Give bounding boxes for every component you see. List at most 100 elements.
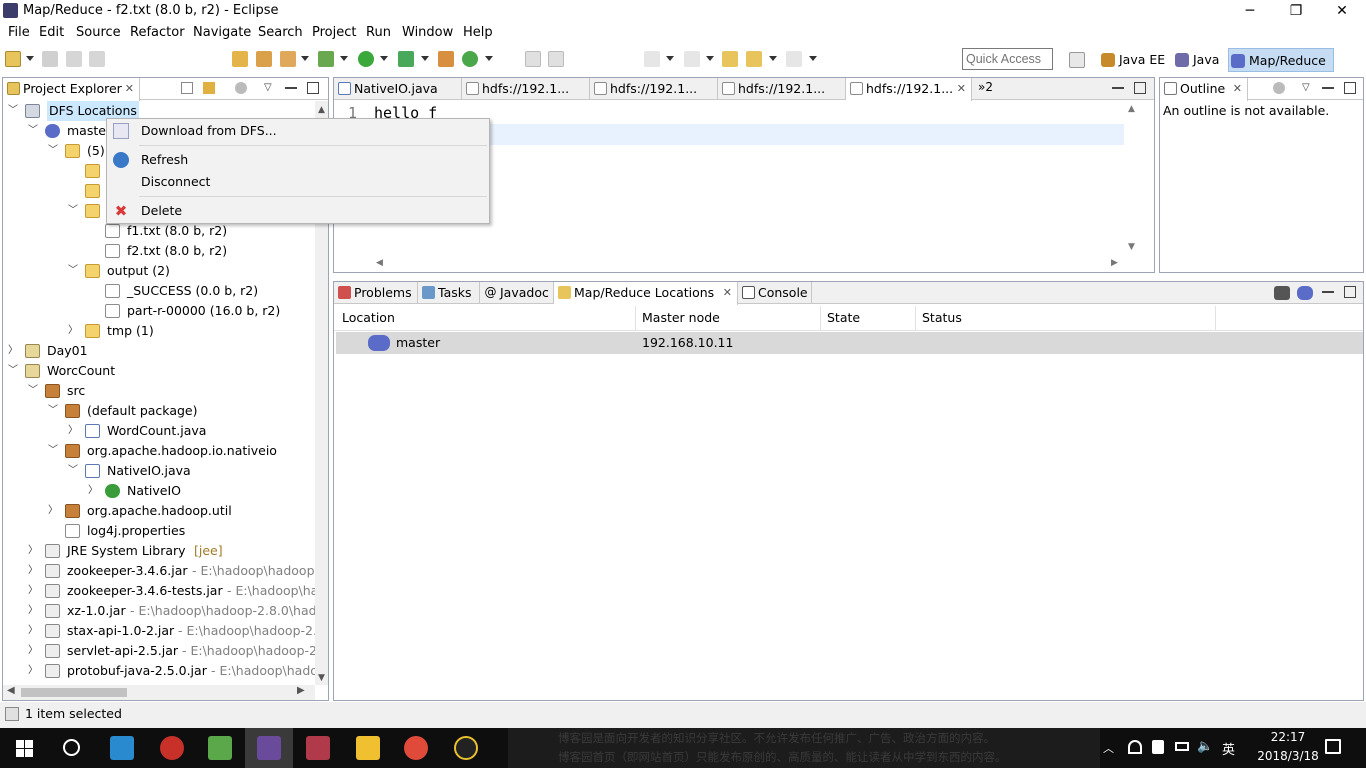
- tab-outline[interactable]: Outline ✕: [1160, 78, 1248, 101]
- menu-window[interactable]: Window: [402, 25, 453, 40]
- forward-icon[interactable]: [786, 51, 802, 67]
- tab-console[interactable]: Console: [738, 282, 812, 304]
- menu-delete[interactable]: Delete: [141, 203, 182, 218]
- minimize-outline-icon[interactable]: [1322, 87, 1334, 89]
- menu-navigate[interactable]: Navigate: [193, 25, 251, 40]
- open-perspective-icon[interactable]: [1069, 52, 1085, 68]
- collapse-all-icon[interactable]: [181, 82, 193, 94]
- tray-expand-icon[interactable]: ︿: [1103, 740, 1114, 756]
- last-edit-icon[interactable]: [722, 51, 738, 67]
- tree-item[interactable]: 〉 servlet-api-2.5.jar - E:\hadoop\hadoop-2…: [3, 641, 315, 661]
- tab-hdfs-4-active[interactable]: hdfs://192.1... ✕: [846, 78, 972, 101]
- tab-tasks[interactable]: Tasks: [418, 282, 480, 304]
- tree-item[interactable]: ﹀ output (2): [3, 261, 315, 281]
- search-tool-icon[interactable]: [280, 51, 296, 67]
- menu-search[interactable]: Search: [258, 25, 303, 40]
- menu-download-from-dfs[interactable]: Download from DFS...: [141, 123, 277, 138]
- close-button[interactable]: ✕: [1319, 0, 1365, 22]
- new-dropdown-icon[interactable]: [26, 56, 34, 61]
- prev-annotation-dropdown-icon[interactable]: [706, 56, 714, 61]
- battery-icon[interactable]: [1175, 742, 1189, 751]
- minimize-bottom-icon[interactable]: [1322, 291, 1334, 293]
- restore-button[interactable]: ❐: [1273, 0, 1319, 22]
- collapsed-arrow-icon[interactable]: 〉: [67, 321, 79, 341]
- run-icon[interactable]: [358, 51, 374, 67]
- collapsed-arrow-icon[interactable]: 〉: [27, 641, 39, 661]
- tree-item[interactable]: 〉 WordCount.java: [3, 421, 315, 441]
- tree-item[interactable]: 〉 stax-api-1.0-2.jar - E:\hadoop\hadoop-2.…: [3, 621, 315, 641]
- tree-item[interactable]: 〉 protobuf-java-2.5.0.jar - E:\hadoop\hado: [3, 661, 315, 681]
- tab-hdfs-3[interactable]: hdfs://192.1...: [718, 78, 846, 100]
- security-icon[interactable]: [1152, 740, 1164, 754]
- editor-scroll-right-icon[interactable]: ▶: [1111, 258, 1118, 268]
- expanded-arrow-icon[interactable]: ﹀: [47, 401, 59, 421]
- tree-item[interactable]: _SUCCESS (0.0 b, r2): [3, 281, 315, 301]
- tree-item[interactable]: log4j.properties: [3, 521, 315, 541]
- file-explorer-icon[interactable]: [356, 736, 380, 760]
- expanded-arrow-icon[interactable]: ﹀: [67, 201, 79, 221]
- table-row[interactable]: master 192.168.10.11: [336, 332, 1363, 354]
- clock-date[interactable]: 2018/3/18: [1248, 749, 1328, 763]
- debug-icon[interactable]: [318, 51, 334, 67]
- view-settings-icon[interactable]: [235, 82, 247, 94]
- next-annotation-dropdown-icon[interactable]: [666, 56, 674, 61]
- toggle-mark-icon[interactable]: [525, 51, 541, 67]
- tab-hdfs-1[interactable]: hdfs://192.1...: [462, 78, 590, 100]
- expanded-arrow-icon[interactable]: ﹀: [47, 441, 59, 461]
- tree-item[interactable]: 〉 JRE System Library [jee]: [3, 541, 315, 561]
- tree-item[interactable]: ﹀ org.apache.hadoop.io.nativeio: [3, 441, 315, 461]
- maximize-editor-icon[interactable]: [1134, 82, 1146, 94]
- tree-item[interactable]: 〉 tmp (1): [3, 321, 315, 341]
- taskbar-app-icon[interactable]: [306, 736, 330, 760]
- external-tools-icon[interactable]: [398, 51, 414, 67]
- tree-item[interactable]: ﹀ (default package): [3, 401, 315, 421]
- collapsed-arrow-icon[interactable]: 〉: [27, 601, 39, 621]
- taskbar-eclipse-active[interactable]: [245, 728, 293, 768]
- prev-annotation-icon[interactable]: [684, 51, 700, 67]
- maximize-bottom-icon[interactable]: [1344, 286, 1356, 298]
- menu-help[interactable]: Help: [463, 25, 493, 40]
- menu-refresh[interactable]: Refresh: [141, 152, 188, 167]
- menu-edit[interactable]: Edit: [39, 25, 64, 40]
- tree-item[interactable]: 〉 zookeeper-3.4.6-tests.jar - E:\hadoop\ha: [3, 581, 315, 601]
- debug-dropdown-icon[interactable]: [340, 56, 348, 61]
- chrome-icon[interactable]: [404, 736, 428, 760]
- tab-map-reduce-locations[interactable]: Map/Reduce Locations ✕: [554, 282, 738, 305]
- cortana-search-icon[interactable]: [63, 739, 80, 756]
- maximize-view-icon[interactable]: [307, 82, 319, 94]
- back-icon[interactable]: [746, 51, 762, 67]
- collapsed-arrow-icon[interactable]: 〉: [87, 481, 99, 501]
- tab-problems[interactable]: Problems: [334, 282, 418, 304]
- editor-scroll-up-icon[interactable]: ▲: [1128, 104, 1135, 114]
- tree-item[interactable]: 〉 NativeIO: [3, 481, 315, 501]
- column-location[interactable]: Location: [336, 306, 636, 330]
- new-server-icon[interactable]: [438, 51, 454, 67]
- open-task-icon[interactable]: [256, 51, 272, 67]
- view-menu-icon[interactable]: ▽: [264, 82, 276, 94]
- taskbar-app-icon[interactable]: [160, 736, 184, 760]
- close-tab-icon[interactable]: ✕: [957, 78, 966, 100]
- menu-source[interactable]: Source: [76, 25, 121, 40]
- quick-access-input[interactable]: [962, 48, 1053, 70]
- expanded-arrow-icon[interactable]: ﹀: [47, 141, 59, 161]
- minimize-editor-icon[interactable]: [1112, 87, 1124, 89]
- qq-icon[interactable]: [454, 736, 478, 760]
- tree-item[interactable]: ﹀ src: [3, 381, 315, 401]
- column-state[interactable]: State: [821, 306, 916, 330]
- outline-settings-icon[interactable]: [1273, 82, 1285, 94]
- new-icon[interactable]: [5, 51, 21, 67]
- collapsed-arrow-icon[interactable]: 〉: [27, 621, 39, 641]
- minimize-view-icon[interactable]: [285, 87, 297, 89]
- expanded-arrow-icon[interactable]: ﹀: [7, 101, 19, 121]
- menu-project[interactable]: Project: [312, 25, 356, 40]
- open-type-icon[interactable]: [232, 51, 248, 67]
- new-location-icon[interactable]: [1297, 286, 1313, 300]
- ime-indicator[interactable]: 英: [1222, 739, 1235, 758]
- perspective-map-reduce[interactable]: Map/Reduce: [1228, 48, 1334, 72]
- external-tools-dropdown-icon[interactable]: [421, 56, 429, 61]
- tree-horizontal-scrollbar[interactable]: ◀ ▶: [3, 685, 315, 700]
- search-dropdown-icon[interactable]: [301, 56, 309, 61]
- forward-dropdown-icon[interactable]: [809, 56, 817, 61]
- expanded-arrow-icon[interactable]: ﹀: [27, 381, 39, 401]
- column-status[interactable]: Status: [916, 306, 1216, 330]
